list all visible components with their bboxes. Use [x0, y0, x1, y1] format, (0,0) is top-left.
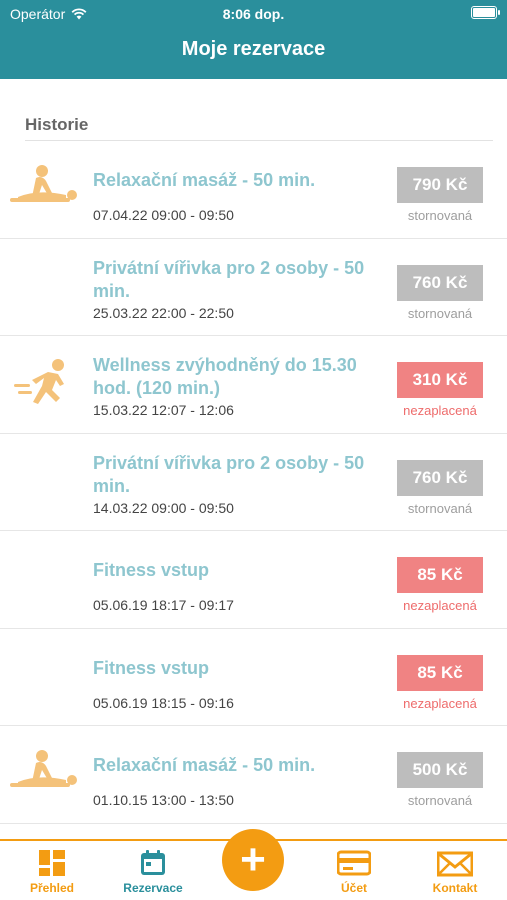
reservation-row[interactable]: Privátní vířivka pro 2 osoby - 50 min. 2… — [0, 239, 507, 336]
reservation-name: Wellness zvýhodněný do 15.30 hod. (120 m… — [93, 355, 357, 398]
reservation-name: Privátní vířivka pro 2 osoby - 50 min. — [93, 257, 365, 301]
reservation-name: Fitness vstup — [93, 657, 210, 678]
reservation-name: Relaxační masáž - 50 min. — [93, 170, 316, 190]
reservation-row[interactable]: Privátní vířivka pro 2 osoby - 50 min. 1… — [0, 434, 507, 531]
reservation-name: Privátní vířivka pro 2 osoby - 50 min. — [93, 452, 365, 496]
price-badge: 760 Kč — [397, 264, 483, 301]
section-title: Historie — [25, 115, 89, 134]
app-header: Operátor 8:06 dop. Moje rezervace — [0, 0, 507, 79]
reservation-datetime: 25.03.22 22:00 - 22:50 — [93, 304, 234, 321]
tab-label: Přehled — [29, 881, 74, 895]
status-label: stornovaná — [407, 793, 473, 808]
status-label: stornovaná — [407, 305, 473, 321]
reservation-datetime: 01.10.15 13:00 - 13:50 — [93, 792, 234, 808]
reservation-datetime: 05.06.19 18:15 - 09:16 — [93, 694, 234, 711]
dashboard-icon — [39, 850, 65, 876]
envelope-icon — [437, 851, 473, 877]
tab-label: Kontakt — [432, 881, 478, 895]
calendar-icon — [141, 850, 165, 875]
reservation-row[interactable]: Fitness vstup 05.06.19 18:17 - 09:17 85 … — [0, 531, 507, 629]
add-reservation-button[interactable]: + — [222, 829, 284, 891]
status-label: stornovaná — [407, 500, 473, 516]
reservation-datetime: 05.06.19 18:17 - 09:17 — [93, 597, 234, 613]
reservation-row[interactable]: Relaxační masáž - 50 min. 07.04.22 09:00… — [0, 141, 507, 239]
reservation-name: Fitness vstup — [93, 560, 210, 580]
reservation-datetime: 07.04.22 09:00 - 09:50 — [93, 207, 234, 223]
plus-icon: + — [240, 835, 266, 884]
page-title: Moje rezervace — [181, 38, 326, 60]
status-bar: Operátor 8:06 dop. — [0, 0, 507, 28]
price-badge: 500 Kč — [397, 752, 483, 788]
price-badge: 790 Kč — [397, 167, 483, 203]
reservation-row[interactable]: Relaxační masáž - 50 min. 01.10.15 13:00… — [0, 726, 507, 824]
card-icon — [337, 850, 371, 876]
price-badge: 85 Kč — [397, 557, 483, 593]
tab-overview[interactable]: Přehled — [12, 849, 92, 895]
clock: 8:06 dop. — [222, 6, 285, 22]
tab-label: Účet — [340, 881, 367, 895]
tab-label: Rezervace — [123, 881, 183, 895]
price-badge: 310 Kč — [397, 362, 483, 398]
tab-reservations[interactable]: Rezervace — [113, 849, 193, 895]
status-label: nezaplacená — [403, 695, 477, 711]
reservation-list: Relaxační masáž - 50 min. 07.04.22 09:00… — [0, 141, 507, 824]
status-label: stornovaná — [407, 208, 473, 223]
battery-icon — [471, 6, 500, 19]
reservation-row[interactable]: Fitness vstup 05.06.19 18:15 - 09:16 85 … — [0, 629, 507, 726]
massage-icon — [10, 165, 77, 202]
reservation-datetime: 15.03.22 12:07 - 12:06 — [93, 402, 234, 418]
massage-icon — [10, 750, 77, 787]
status-label: nezaplacená — [403, 598, 477, 613]
reservation-datetime: 14.03.22 09:00 - 09:50 — [93, 499, 234, 516]
reservation-name: Relaxační masáž - 50 min. — [93, 755, 316, 775]
tab-account[interactable]: Účet — [314, 849, 394, 895]
price-badge: 760 Kč — [397, 459, 483, 496]
reservation-row[interactable]: Wellness zvýhodněný do 15.30 hod. (120 m… — [0, 336, 507, 434]
status-label: nezaplacená — [403, 403, 477, 418]
running-icon — [14, 359, 64, 404]
tab-contact[interactable]: Kontakt — [415, 849, 495, 895]
price-badge: 85 Kč — [397, 654, 483, 691]
